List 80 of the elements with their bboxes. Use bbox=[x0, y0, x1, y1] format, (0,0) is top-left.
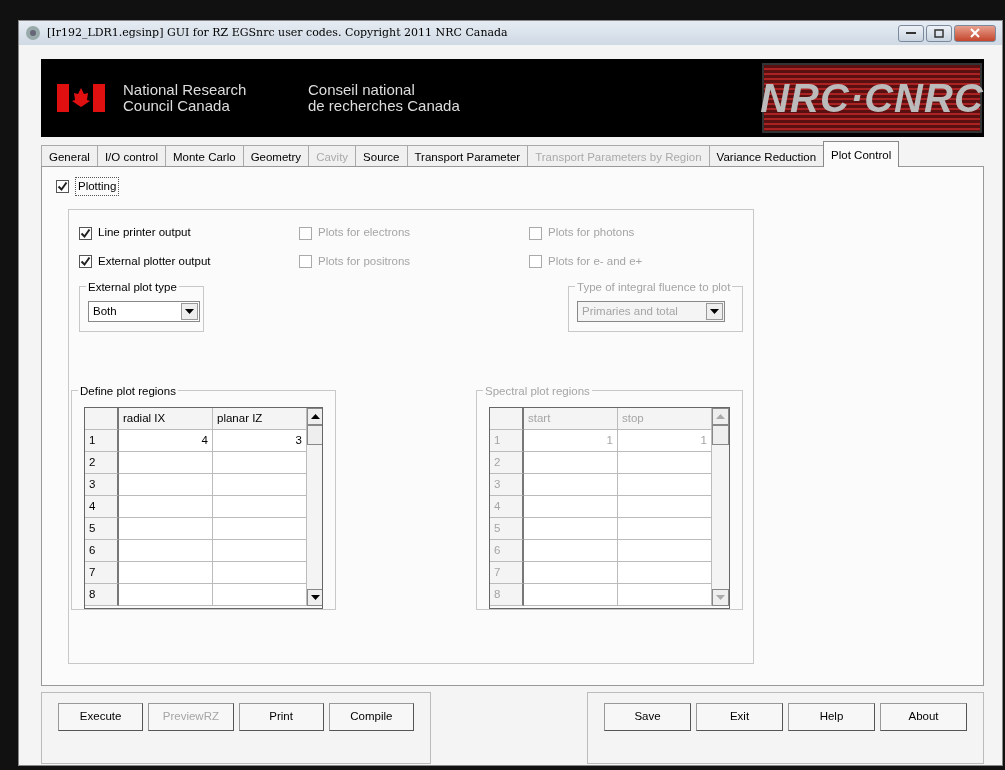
row-header: 4 bbox=[85, 495, 119, 518]
tab[interactable]: I/O control bbox=[96, 145, 166, 167]
tab[interactable]: General bbox=[41, 145, 98, 167]
option-label: External plotter output bbox=[98, 253, 211, 269]
table-cell[interactable] bbox=[213, 561, 307, 584]
table-cell[interactable] bbox=[119, 539, 213, 562]
option-checkbox[interactable] bbox=[79, 226, 92, 240]
tab[interactable]: Geometry bbox=[242, 145, 310, 167]
column-header: radial IX bbox=[119, 407, 213, 430]
column-header: stop bbox=[618, 407, 712, 430]
row-header: 1 bbox=[85, 429, 119, 452]
french-name-line: de recherches Canada bbox=[308, 98, 461, 115]
grid-corner-cell bbox=[85, 407, 119, 430]
option-label: Line printer output bbox=[98, 225, 191, 241]
table-cell[interactable] bbox=[213, 451, 307, 474]
english-name-line: Council Canada bbox=[123, 98, 231, 115]
row-header: 5 bbox=[490, 517, 524, 540]
table-cell[interactable] bbox=[119, 517, 213, 540]
button[interactable]: Execute bbox=[58, 703, 144, 731]
table-cell[interactable] bbox=[213, 583, 307, 606]
row-header: 6 bbox=[490, 539, 524, 562]
row-header: 3 bbox=[490, 473, 524, 496]
table-cell[interactable] bbox=[119, 561, 213, 584]
maximize-icon bbox=[934, 28, 944, 38]
table-cell[interactable] bbox=[213, 517, 307, 540]
button[interactable]: Exit bbox=[696, 703, 783, 731]
english-name-line: National Research bbox=[123, 81, 248, 98]
window-title: [Ir192_LDR1.egsinp] GUI for RZ EGSnrc user codes. Copyright 2011 NRC Canada bbox=[47, 24, 508, 41]
scroll-down-icon[interactable] bbox=[307, 588, 322, 606]
row-header: 2 bbox=[490, 451, 524, 474]
button[interactable]: Save bbox=[604, 703, 691, 731]
option-label: Plots for e- and e+ bbox=[548, 253, 643, 269]
close-icon bbox=[970, 28, 980, 38]
row-header: 4 bbox=[490, 495, 524, 518]
table-cell[interactable] bbox=[119, 583, 213, 606]
plotting-checkbox[interactable] bbox=[56, 180, 69, 194]
flag-icon bbox=[57, 84, 105, 112]
table-cell[interactable] bbox=[119, 495, 213, 518]
option-label: Plots for positrons bbox=[318, 253, 411, 269]
tab[interactable]: Monte Carlo bbox=[165, 145, 244, 167]
dropdown[interactable]: Both bbox=[88, 300, 200, 322]
option-label: Plots for electrons bbox=[318, 225, 411, 241]
tab[interactable]: Source bbox=[355, 145, 408, 167]
button[interactable]: About bbox=[880, 703, 967, 731]
table-cell[interactable]: 4 bbox=[119, 429, 213, 452]
button[interactable]: Help bbox=[788, 703, 875, 731]
option-checkbox[interactable] bbox=[79, 254, 92, 268]
plotting-label: Plotting bbox=[75, 177, 120, 197]
tab[interactable]: Variance Reduction bbox=[708, 145, 825, 167]
row-header: 8 bbox=[85, 583, 119, 606]
french-name-line: Conseil national bbox=[308, 81, 416, 98]
app-icon bbox=[25, 24, 41, 42]
table-cell[interactable] bbox=[119, 451, 213, 474]
column-header: start bbox=[524, 407, 618, 430]
tab[interactable]: Transport Parameter bbox=[406, 145, 529, 167]
tab[interactable]: Plot Control bbox=[823, 141, 900, 167]
table-cell[interactable] bbox=[119, 473, 213, 496]
row-header: 5 bbox=[85, 517, 119, 540]
table-cell[interactable] bbox=[213, 473, 307, 496]
row-header: 7 bbox=[490, 561, 524, 584]
button[interactable]: Print bbox=[238, 703, 324, 731]
row-header: 3 bbox=[85, 473, 119, 496]
table-cell[interactable]: 3 bbox=[213, 429, 307, 452]
table-cell[interactable] bbox=[213, 495, 307, 518]
logo: NRC·CNRC bbox=[762, 63, 982, 133]
row-header: 2 bbox=[85, 451, 119, 474]
minimize-icon bbox=[906, 31, 916, 35]
grid-corner-cell bbox=[490, 407, 524, 430]
maximize-button[interactable] bbox=[926, 24, 952, 42]
option-label: Plots for photons bbox=[548, 225, 635, 241]
column-header: planar IZ bbox=[213, 407, 307, 430]
scroll-up-icon[interactable] bbox=[307, 407, 322, 425]
table-cell[interactable] bbox=[213, 539, 307, 562]
row-header: 7 bbox=[85, 561, 119, 584]
row-header: 6 bbox=[85, 539, 119, 562]
row-header: 8 bbox=[490, 583, 524, 606]
button[interactable]: Compile bbox=[328, 703, 414, 731]
row-header: 1 bbox=[490, 429, 524, 452]
minimize-button[interactable] bbox=[898, 24, 924, 42]
close-button[interactable] bbox=[954, 24, 996, 42]
